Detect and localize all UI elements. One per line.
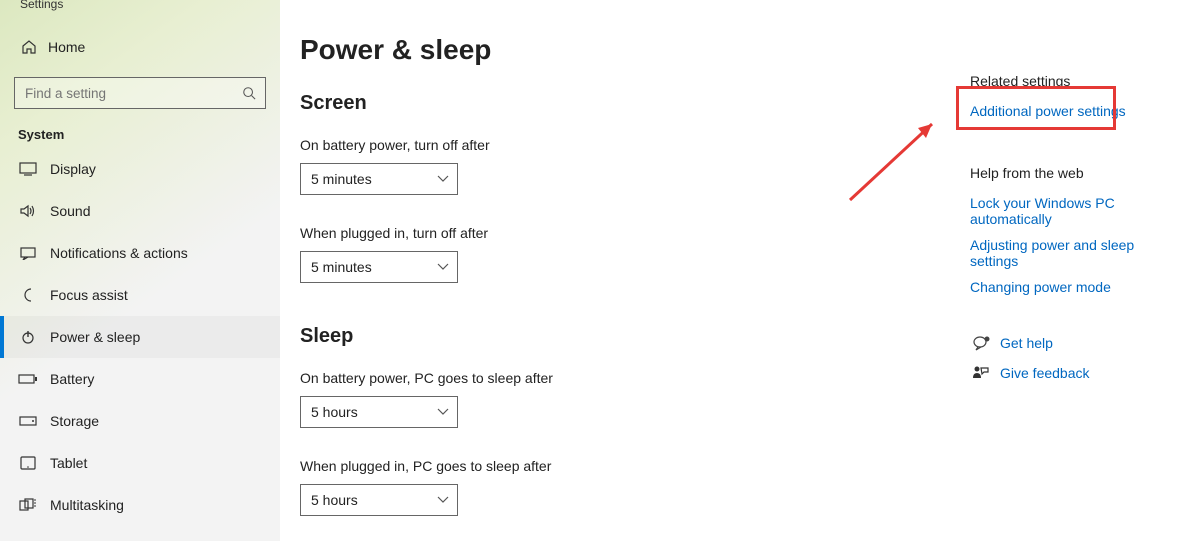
additional-power-settings-link[interactable]: Additional power settings: [970, 103, 1170, 119]
display-icon: [18, 162, 38, 176]
chevron-down-icon: [437, 408, 449, 416]
battery-icon: [18, 373, 38, 385]
sound-icon: [18, 204, 38, 218]
nav-item-label: Focus assist: [50, 287, 128, 303]
home-label: Home: [48, 39, 85, 55]
give-feedback-link[interactable]: Give feedback: [970, 365, 1170, 381]
power-icon: [18, 329, 38, 345]
nav-item-tablet[interactable]: Tablet: [0, 442, 280, 484]
nav-item-display[interactable]: Display: [0, 148, 280, 190]
get-help-label: Get help: [1000, 335, 1053, 351]
help-link[interactable]: Lock your Windows PC automatically: [970, 195, 1170, 227]
sleep-plugged-label: When plugged in, PC goes to sleep after: [300, 458, 1199, 474]
home-button[interactable]: Home: [0, 33, 280, 61]
sleep-plugged-value: 5 hours: [311, 492, 358, 508]
chevron-down-icon: [437, 175, 449, 183]
feedback-icon: [970, 365, 992, 381]
focus-icon: [18, 287, 38, 303]
sleep-battery-select[interactable]: 5 hours: [300, 396, 458, 428]
sleep-battery-value: 5 hours: [311, 404, 358, 420]
nav-item-multitasking[interactable]: Multitasking: [0, 484, 280, 526]
help-from-web-heading: Help from the web: [970, 165, 1170, 181]
nav-category-label: System: [0, 109, 280, 148]
screen-battery-value: 5 minutes: [311, 171, 372, 187]
search-input[interactable]: [23, 85, 241, 102]
chevron-down-icon: [437, 496, 449, 504]
search-icon: [241, 86, 257, 100]
nav-item-sound[interactable]: Sound: [0, 190, 280, 232]
search-input-container[interactable]: [14, 77, 266, 109]
help-icon: [970, 335, 992, 351]
nav-item-label: Multitasking: [50, 497, 124, 513]
multitasking-icon: [18, 498, 38, 512]
page-title: Power & sleep: [300, 34, 1199, 66]
nav-item-label: Notifications & actions: [50, 245, 188, 261]
tablet-icon: [18, 456, 38, 470]
nav-item-focus-assist[interactable]: Focus assist: [0, 274, 280, 316]
notifications-icon: [18, 246, 38, 260]
nav-item-label: Battery: [50, 371, 94, 387]
screen-plugged-select[interactable]: 5 minutes: [300, 251, 458, 283]
nav-item-label: Sound: [50, 203, 90, 219]
nav-item-power-sleep[interactable]: Power & sleep: [0, 316, 280, 358]
nav-item-label: Storage: [50, 413, 99, 429]
related-settings-heading: Related settings: [970, 73, 1170, 89]
help-link[interactable]: Changing power mode: [970, 279, 1170, 295]
home-icon: [20, 39, 38, 55]
nav-item-battery[interactable]: Battery: [0, 358, 280, 400]
storage-icon: [18, 416, 38, 426]
sleep-plugged-select[interactable]: 5 hours: [300, 484, 458, 516]
get-help-link[interactable]: Get help: [970, 335, 1170, 351]
nav-item-label: Display: [50, 161, 96, 177]
nav-item-notifications[interactable]: Notifications & actions: [0, 232, 280, 274]
give-feedback-label: Give feedback: [1000, 365, 1090, 381]
nav-item-label: Tablet: [50, 455, 87, 471]
nav-item-label: Power & sleep: [50, 329, 140, 345]
screen-battery-select[interactable]: 5 minutes: [300, 163, 458, 195]
screen-plugged-value: 5 minutes: [311, 259, 372, 275]
nav-item-storage[interactable]: Storage: [0, 400, 280, 442]
window-title: Settings: [0, 0, 280, 11]
help-link[interactable]: Adjusting power and sleep settings: [970, 237, 1170, 269]
chevron-down-icon: [437, 263, 449, 271]
